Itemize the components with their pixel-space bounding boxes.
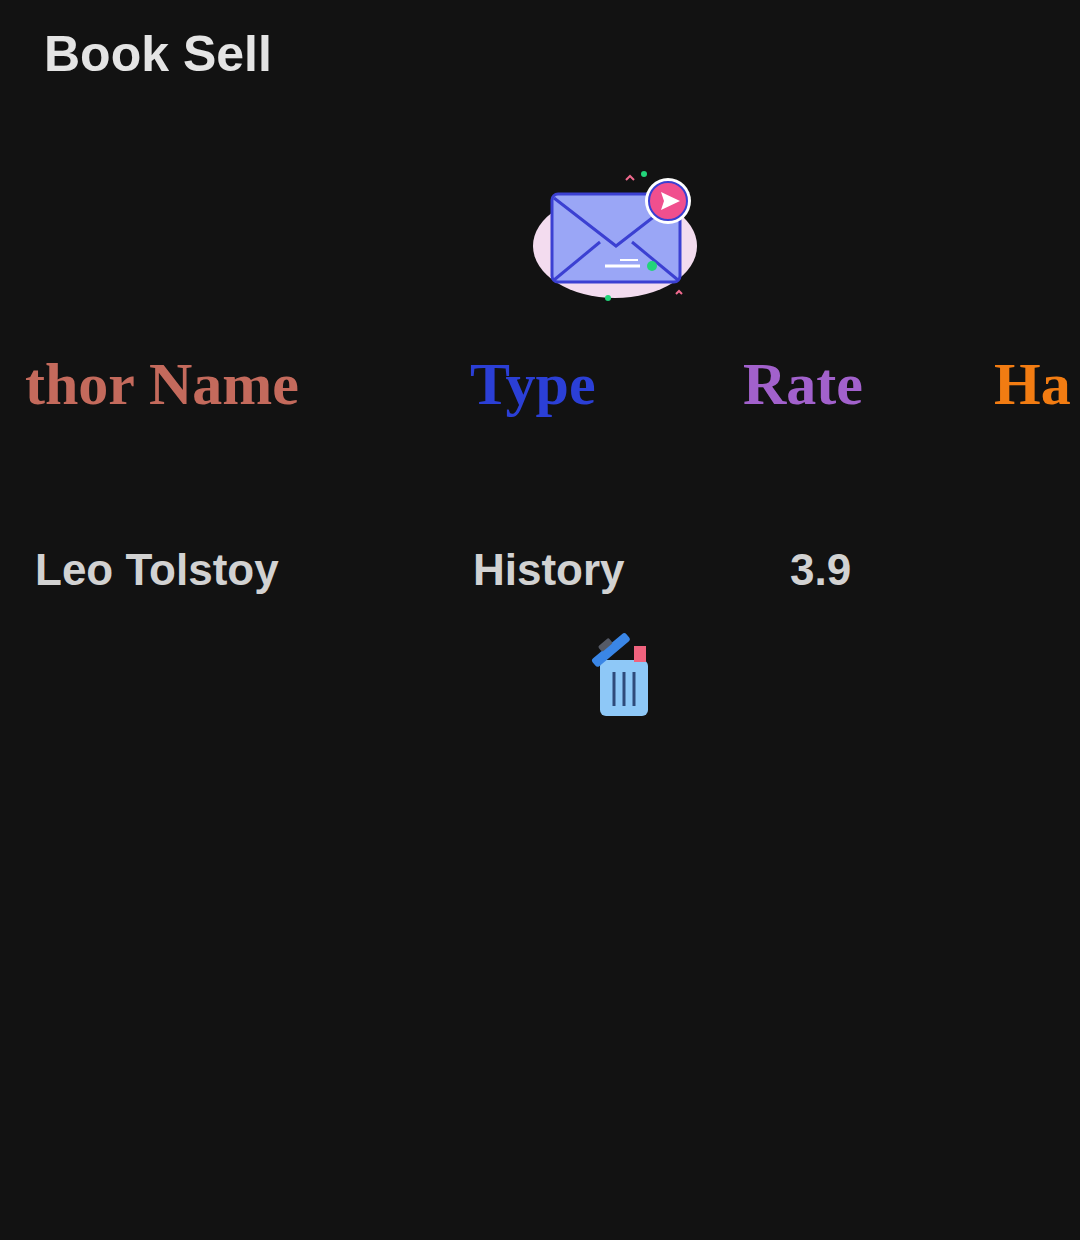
column-header[interactable]: Ha xyxy=(960,348,1080,420)
send-mail-icon[interactable] xyxy=(530,168,710,308)
column-header[interactable]: Rate xyxy=(710,348,960,420)
app-title: Book Sell xyxy=(0,0,1080,84)
table-cell: History xyxy=(440,544,710,597)
column-header[interactable]: Type xyxy=(440,348,710,420)
book-sell-screen: Book Sellthor NameTypeRateHaLeo TolstoyH… xyxy=(0,0,1080,1240)
table-cell: 3.9 xyxy=(710,544,960,597)
table-cell: Leo Tolstoy xyxy=(0,544,440,597)
envelope-area xyxy=(0,168,1080,308)
trash-icon[interactable] xyxy=(584,630,656,720)
table-row: Leo TolstoyHistory3.9 xyxy=(0,544,1080,721)
column-header[interactable]: thor Name xyxy=(0,348,440,420)
table-header: thor NameTypeRateHa xyxy=(0,348,1080,420)
